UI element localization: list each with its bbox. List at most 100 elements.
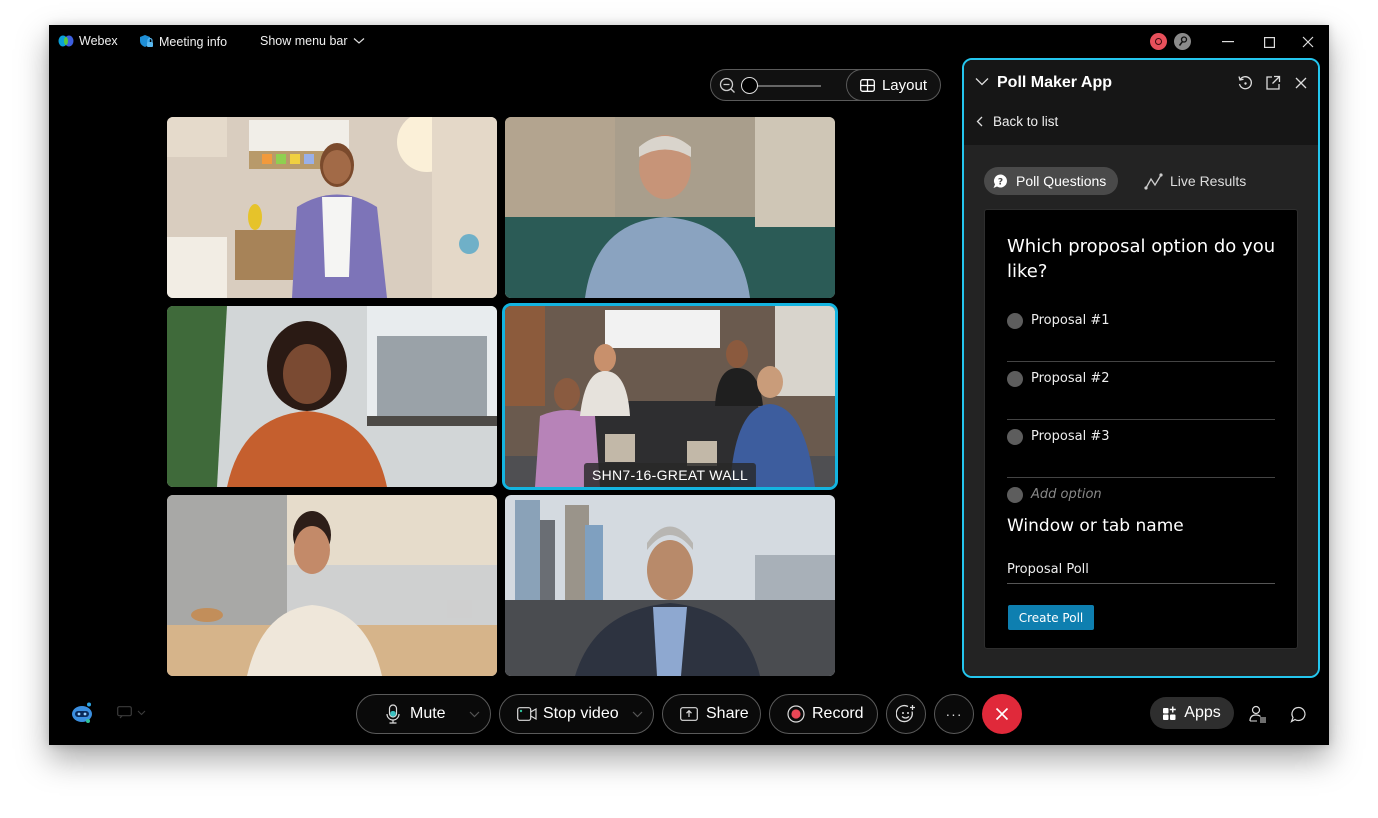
participant-name-tag: SHN7-16-GREAT WALL	[583, 463, 757, 487]
emoji-reaction-icon	[896, 704, 915, 723]
maximize-icon	[1263, 36, 1275, 48]
layout-grid-icon	[860, 78, 875, 92]
leave-meeting-button[interactable]	[982, 694, 1022, 734]
apps-button[interactable]: Apps	[1150, 697, 1234, 729]
chat-button[interactable]	[1287, 703, 1309, 725]
recording-status-icon[interactable]	[1150, 33, 1167, 50]
poll-option[interactable]: Proposal #3	[1007, 420, 1275, 478]
video-tile-3[interactable]	[167, 306, 497, 487]
panel-title: Poll Maker App	[997, 74, 1112, 91]
close-window-button[interactable]	[1293, 31, 1323, 53]
key-status-icon[interactable]	[1174, 33, 1191, 50]
poll-option[interactable]: Proposal #2	[1007, 362, 1275, 420]
radio-icon	[1007, 487, 1023, 503]
webex-app-label: Webex	[58, 34, 118, 48]
radio-icon	[1007, 429, 1023, 445]
zoom-slider-handle[interactable]	[741, 77, 758, 94]
chevron-left-icon	[976, 116, 983, 127]
mute-label: Mute	[410, 705, 446, 722]
captions-button[interactable]	[117, 706, 146, 719]
minimize-icon	[1222, 41, 1234, 43]
share-button[interactable]: Share	[662, 694, 761, 734]
participant-video	[505, 117, 835, 298]
microphone-icon	[386, 704, 400, 724]
poll-maker-panel: Poll Maker App Back to list ? Poll Quest…	[962, 58, 1320, 678]
app-name: Webex	[79, 34, 118, 48]
question-bubble-icon: ?	[993, 173, 1007, 188]
option-label: Proposal #2	[1031, 371, 1110, 386]
create-poll-button[interactable]: Create Poll	[1008, 605, 1094, 630]
panel-header: Poll Maker App Back to list	[964, 60, 1318, 145]
video-tile-4[interactable]: SHN7-16-GREAT WALL	[502, 303, 838, 490]
poll-app-content: ? Poll Questions Live Results Which prop…	[964, 145, 1318, 676]
close-panel-icon[interactable]	[1292, 74, 1310, 92]
minimize-button[interactable]	[1213, 31, 1243, 53]
poll-option[interactable]: Proposal #1	[1007, 304, 1275, 362]
chat-bubble-icon	[1289, 706, 1306, 723]
stop-video-label: Stop video	[543, 705, 619, 722]
video-tile-1[interactable]	[167, 117, 497, 298]
meeting-info-button[interactable]: Meeting info	[139, 34, 227, 49]
share-label: Share	[706, 705, 749, 722]
apps-label: Apps	[1184, 704, 1221, 721]
title-bar: Webex Meeting info Show menu bar	[49, 25, 1329, 59]
shield-lock-icon	[140, 35, 153, 47]
svg-text:?: ?	[998, 177, 1003, 187]
more-options-button[interactable]: ···	[934, 694, 974, 734]
pop-out-icon[interactable]	[1264, 74, 1282, 92]
show-menu-bar-label: Show menu bar	[260, 34, 348, 48]
chevron-down-icon	[353, 38, 364, 44]
back-to-list-link[interactable]: Back to list	[976, 114, 1058, 129]
video-tile-6[interactable]	[505, 495, 835, 676]
webex-logo-icon	[58, 35, 74, 47]
mute-options-chevron-icon[interactable]	[469, 711, 480, 718]
close-icon	[1302, 36, 1314, 48]
record-icon	[787, 705, 805, 723]
participant-video	[167, 306, 497, 487]
mute-button[interactable]: Mute	[356, 694, 491, 734]
back-label: Back to list	[993, 114, 1059, 129]
stop-video-button[interactable]: Stop video	[499, 694, 654, 734]
participant-video	[167, 495, 497, 676]
zoom-out-icon[interactable]	[719, 77, 736, 94]
line-chart-icon	[1144, 172, 1163, 190]
video-options-chevron-icon[interactable]	[632, 711, 643, 718]
show-menu-bar-button[interactable]: Show menu bar	[260, 34, 365, 48]
participants-button[interactable]	[1247, 703, 1269, 725]
layout-button[interactable]: Layout	[846, 69, 941, 101]
tab-label: Live Results	[1170, 173, 1247, 189]
tab-label: Poll Questions	[1016, 173, 1107, 189]
maximize-button[interactable]	[1254, 31, 1284, 53]
window-name-input[interactable]	[1007, 556, 1275, 584]
tab-live-results[interactable]: Live Results	[1136, 167, 1258, 195]
refresh-icon[interactable]	[1236, 74, 1254, 92]
closed-captions-icon	[117, 706, 132, 719]
participant-video	[505, 495, 835, 676]
record-label: Record	[812, 705, 864, 722]
video-tile-5[interactable]	[167, 495, 497, 676]
tab-poll-questions[interactable]: ? Poll Questions	[984, 167, 1119, 195]
share-screen-icon	[680, 707, 698, 721]
reactions-button[interactable]	[886, 694, 926, 734]
radio-icon	[1007, 371, 1023, 387]
end-call-x-icon	[995, 707, 1009, 721]
participant-video	[505, 306, 835, 487]
participant-video	[167, 117, 497, 298]
zoom-slider-track[interactable]	[757, 85, 821, 87]
video-camera-icon	[517, 707, 537, 721]
webex-assistant-icon[interactable]	[70, 701, 94, 730]
record-button[interactable]: Record	[769, 694, 878, 734]
collapse-chevron-icon[interactable]	[975, 77, 989, 86]
video-tile-2[interactable]	[505, 117, 835, 298]
apps-grid-icon	[1163, 706, 1177, 720]
webex-meeting-window: Webex Meeting info Show menu bar Layout …	[49, 25, 1329, 745]
option-label: Proposal #3	[1031, 429, 1110, 444]
option-label: Proposal #1	[1031, 313, 1110, 328]
add-option-placeholder: Add option	[1031, 487, 1102, 502]
radio-icon	[1007, 313, 1023, 329]
layout-label: Layout	[881, 76, 928, 94]
window-name-label: Window or tab name	[1007, 516, 1184, 536]
meeting-info-label: Meeting info	[159, 34, 228, 49]
more-options-icon: ···	[945, 706, 963, 722]
participants-icon	[1249, 705, 1266, 723]
